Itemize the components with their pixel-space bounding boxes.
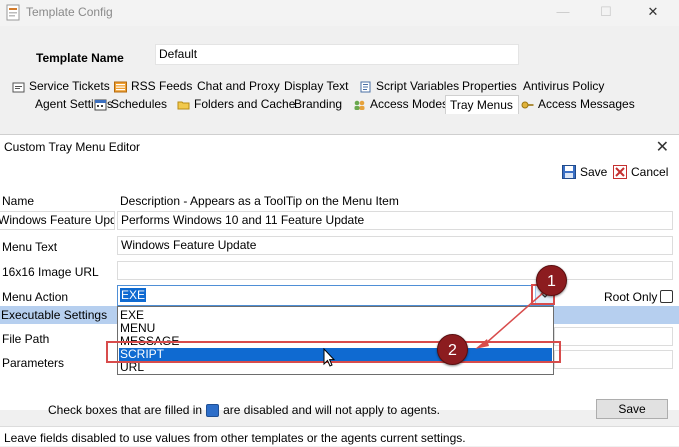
mouse-cursor-icon [323,348,336,367]
callout-1: 1 [536,265,567,296]
callout-2: 2 [437,334,468,365]
callout-arrow [475,284,553,349]
